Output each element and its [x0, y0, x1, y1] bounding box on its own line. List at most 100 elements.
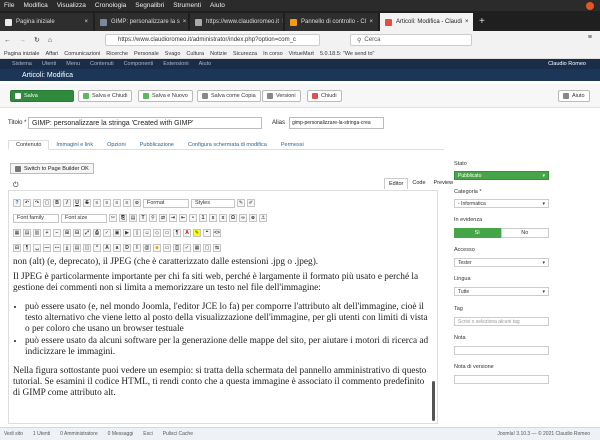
status-esci[interactable]: Esci [143, 431, 152, 437]
bookmark-item[interactable]: Personale [134, 51, 159, 57]
search-input[interactable]: ⚲ Cerca [350, 34, 472, 46]
browser-tab[interactable]: Pagina iniziale × [0, 13, 93, 31]
tab-permessi[interactable]: Permessi [274, 140, 311, 150]
versione-input[interactable] [454, 375, 549, 384]
menu-icon[interactable]: ≡ [588, 34, 592, 41]
smiley-icon[interactable]: ☺ [143, 229, 151, 237]
tab-opzioni[interactable]: Opzioni [100, 140, 133, 150]
readmore-icon[interactable]: ⋯ [53, 244, 61, 252]
bullet-list-icon[interactable]: • [189, 214, 197, 222]
replace-icon[interactable]: ⇄ [159, 214, 167, 222]
tab-immagini[interactable]: Immagini e link [49, 140, 100, 150]
tab-contenuto[interactable]: Contenuto [8, 140, 50, 150]
style-icon[interactable]: ¶ [173, 229, 181, 237]
bookmark-item[interactable]: Affari [45, 51, 58, 57]
visual-aid-icon[interactable]: ⊡ [13, 244, 21, 252]
emotion-icon[interactable]: ☻ [153, 244, 161, 252]
styles-select[interactable]: Styles [191, 198, 235, 208]
article-icon[interactable]: ▤ [73, 244, 81, 252]
save-new-button[interactable]: Salva e Nuovo [138, 90, 193, 102]
superscript-icon[interactable]: x [219, 214, 227, 222]
charmap-icon[interactable]: Ω [229, 214, 237, 222]
bookmark-item[interactable]: Ricerche [106, 51, 128, 57]
blockquote-icon[interactable]: ❝ [203, 229, 211, 237]
user-menu[interactable]: Claudio Romeo [548, 61, 586, 67]
strikethrough-icon[interactable]: S [83, 199, 91, 207]
bookmark-item[interactable]: In corso [263, 51, 283, 57]
clear-format-icon[interactable]: ⊘ [133, 199, 141, 207]
paint-icon[interactable]: ✎ [237, 199, 245, 207]
subscript-icon[interactable]: x [209, 214, 217, 222]
copy-icon[interactable]: ⎘ [119, 214, 127, 222]
code-tab[interactable]: Code [408, 178, 429, 189]
browser-tab[interactable]: GIMP: personalizzare la s × [95, 13, 188, 31]
status-amministratore[interactable]: 0 Amministratore [60, 431, 98, 437]
tag-input[interactable]: Scrivi o seleziona alcuni tag [454, 317, 549, 326]
search-icon[interactable]: ⚲ [149, 214, 157, 222]
stato-select[interactable]: Pubblicato ▾ [454, 171, 549, 180]
close-icon[interactable]: × [366, 19, 373, 25]
align-justify-icon[interactable]: ≡ [123, 199, 131, 207]
menu-cronologia[interactable]: Cronologia [95, 2, 126, 9]
jnav-menu[interactable]: Menu [66, 61, 80, 67]
paragraph-icon[interactable]: ¶ [23, 244, 31, 252]
close-icon[interactable]: × [462, 19, 469, 25]
media-icon[interactable]: ▶ [123, 229, 131, 237]
jnav-sistema[interactable]: Sistema [12, 61, 32, 67]
browser-tab[interactable]: Pannello di controllo - Cl × [285, 13, 378, 31]
lingua-select[interactable]: Tutte ▾ [454, 287, 549, 296]
versions-button[interactable]: Versioni [262, 90, 301, 102]
delete-row-icon[interactable]: − [53, 229, 61, 237]
editor-tab[interactable]: Editor [384, 178, 409, 189]
split-icon[interactable]: ⊟ [73, 229, 81, 237]
browser-tab[interactable]: https://www.claudioromeo.it× [190, 13, 283, 31]
nota-input[interactable] [454, 346, 549, 355]
table-icon[interactable]: ▦ [13, 229, 21, 237]
anchor-icon[interactable]: ⚓ [259, 214, 267, 222]
page-builder-button[interactable]: Switch to Page Builder OK [10, 163, 94, 174]
bookmark-item[interactable]: Svago [165, 51, 181, 57]
link-icon[interactable]: ∞ [239, 214, 247, 222]
highlight-icon[interactable]: ✎ [193, 229, 201, 237]
undo-icon[interactable]: ↶ [23, 199, 31, 207]
attributes-icon[interactable]: @ [143, 244, 151, 252]
spellcheck-icon[interactable]: ✓ [103, 229, 111, 237]
window-close-icon[interactable] [586, 1, 594, 10]
evidenza-yes[interactable]: Sì [454, 228, 501, 238]
forward-icon[interactable]: → [19, 37, 26, 44]
caption-icon[interactable]: ▭ [163, 244, 171, 252]
bookmark-item[interactable]: VirtueMart [289, 51, 314, 57]
abbr-icon[interactable]: A [103, 244, 111, 252]
close-icon[interactable]: × [279, 19, 283, 25]
cell-icon[interactable]: ▥ [33, 229, 41, 237]
help-icon[interactable]: ? [13, 199, 21, 207]
format-select[interactable]: Format [143, 198, 189, 208]
jnav-utenti[interactable]: Utenti [42, 61, 56, 67]
browser-tab-active[interactable]: Articoli: Modifica - Claudi × [380, 13, 473, 31]
home-icon[interactable]: ⌂ [48, 37, 52, 44]
template-icon[interactable]: ▭ [163, 229, 171, 237]
font-family-select[interactable]: Font family [13, 213, 59, 223]
close-icon[interactable]: × [180, 19, 187, 25]
back-icon[interactable]: ← [4, 37, 11, 44]
box-icon[interactable]: ▢ [203, 244, 211, 252]
source-icon[interactable]: ◇ [153, 229, 161, 237]
del-icon[interactable]: D [123, 244, 131, 252]
layer-icon[interactable]: ◫ [83, 244, 91, 252]
outdent-icon[interactable]: ⇤ [179, 214, 187, 222]
code-icon[interactable]: <> [213, 229, 221, 237]
bookmark-item[interactable]: 5.0.18.5: "We send to" [320, 51, 375, 57]
menu-segnalibri[interactable]: Segnalibri [135, 2, 164, 9]
cut-icon[interactable]: ✂ [109, 214, 117, 222]
paste-icon[interactable]: ▤ [129, 214, 137, 222]
editor-content[interactable]: non (alt) (e, deprecato), il JPEG (che è… [13, 257, 433, 407]
shortcode-icon[interactable]: [] [173, 244, 181, 252]
jnav-contenuti[interactable]: Contenuti [90, 61, 114, 67]
accesso-select[interactable]: Tester ▾ [454, 258, 549, 267]
jnav-estensioni[interactable]: Estensioni [163, 61, 188, 67]
redo-icon[interactable]: ↷ [33, 199, 41, 207]
jnav-aiuto[interactable]: Aiuto [199, 61, 212, 67]
status-utenti[interactable]: 1 Utenti [33, 431, 50, 437]
brush-icon[interactable]: ✐ [247, 199, 255, 207]
nonbreaking-icon[interactable]: ␣ [33, 244, 41, 252]
